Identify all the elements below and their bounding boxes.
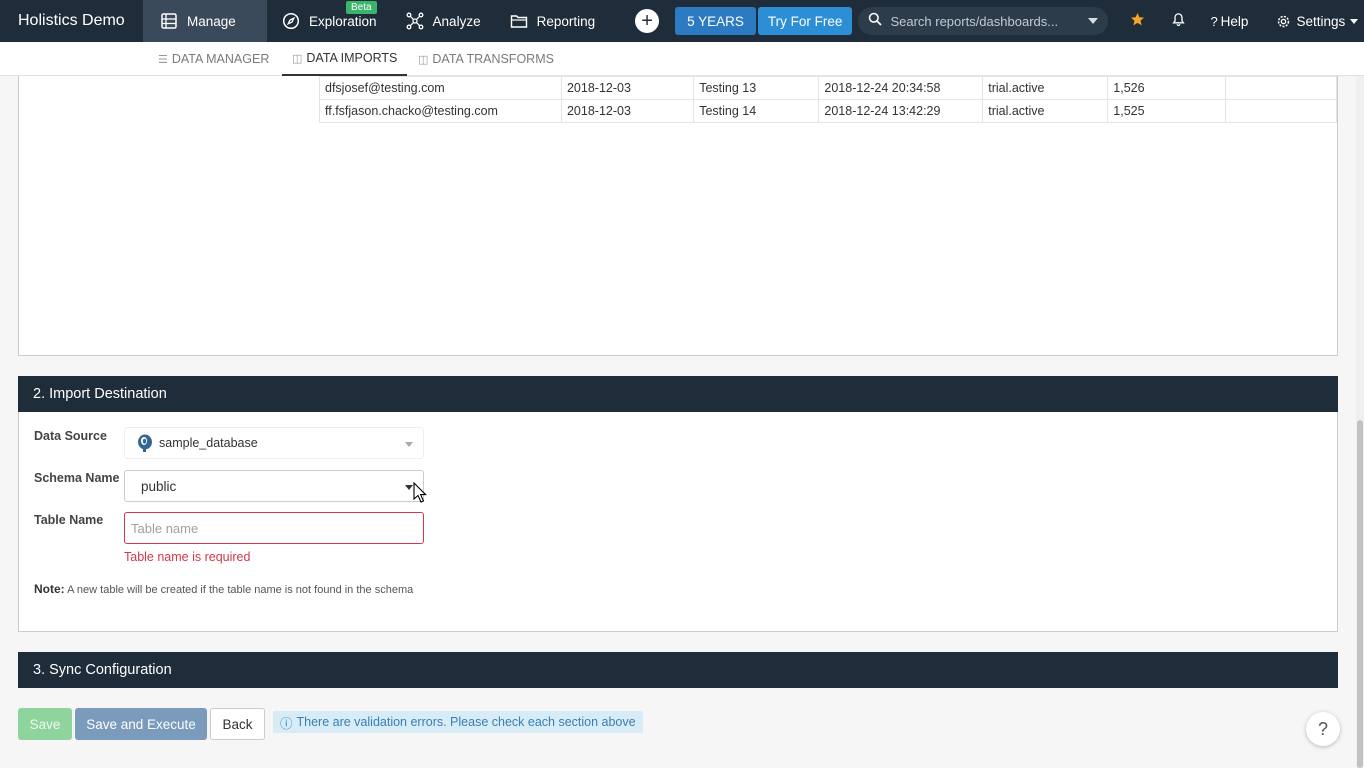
postgresql-icon xyxy=(135,433,155,453)
sync-configuration-title: 3. Sync Configuration xyxy=(33,662,172,678)
settings-label: Settings xyxy=(1296,13,1346,29)
scrollbar-thumb[interactable] xyxy=(1357,420,1363,768)
list-icon: ☰ xyxy=(158,53,168,66)
back-button[interactable]: Back xyxy=(210,708,265,740)
table-cell: trial.active xyxy=(982,99,1109,123)
help-floating-button[interactable]: ? xyxy=(1306,712,1340,746)
note-label: Note: xyxy=(34,582,65,596)
search-icon xyxy=(868,12,883,31)
source-preview-panel: dfsjosef@testing.com 2018-12-03 Testing 13… xyxy=(18,76,1338,356)
preview-table: dfsjosef@testing.com 2018-12-03 Testing 13… xyxy=(319,76,1337,123)
table-cell: 2018-12-03 xyxy=(560,99,695,123)
table-cell: 1,526 xyxy=(1107,76,1227,100)
validation-message: There are validation errors. Please chec… xyxy=(296,715,636,729)
data-source-select[interactable]: sample_database xyxy=(124,427,424,459)
table-cell: dfsjosef@testing.com xyxy=(319,76,562,100)
try-for-free-button[interactable]: Try For Free xyxy=(757,7,853,35)
note-text: A new table will be created if the table… xyxy=(67,584,414,596)
sync-configuration-header[interactable]: 3. Sync Configuration xyxy=(18,652,1338,688)
brand-name[interactable]: Holistics Demo xyxy=(0,12,143,30)
compass-icon xyxy=(281,12,301,30)
nav-analyze[interactable]: Analyze xyxy=(391,0,495,42)
nav-manage-label: Manage xyxy=(187,13,236,29)
table-icon xyxy=(159,12,179,30)
table-row: dfsjosef@testing.com 2018-12-03 Testing 13… xyxy=(319,76,1337,100)
data-subnav: ☰ DATA MANAGER ◫ DATA IMPORTS ◫ DATA TRA… xyxy=(0,42,1364,76)
tab-data-transforms-label: DATA TRANSFORMS xyxy=(432,52,554,66)
data-source-value: sample_database xyxy=(159,436,258,450)
table-cell: Testing 13 xyxy=(693,76,820,100)
main-content: dfsjosef@testing.com 2018-12-03 Testing 13… xyxy=(0,76,1356,768)
question-icon: ? xyxy=(1210,13,1218,29)
plus-icon: + xyxy=(641,10,653,32)
chevron-down-icon xyxy=(405,485,413,490)
help-fab-label: ? xyxy=(1317,718,1328,739)
chevron-down-icon xyxy=(405,442,413,447)
notifications-button[interactable] xyxy=(1171,12,1186,30)
nodes-icon xyxy=(405,12,425,30)
destination-note: Note: A new table will be created if the… xyxy=(34,582,413,596)
beta-badge: Beta xyxy=(346,1,377,14)
transform-icon: ◫ xyxy=(418,53,429,66)
create-new-button[interactable]: + xyxy=(635,9,660,33)
gear-icon xyxy=(1276,14,1291,29)
nav-exploration[interactable]: Exploration Beta xyxy=(267,0,391,42)
table-cell xyxy=(1225,99,1337,123)
tab-data-transforms[interactable]: ◫ DATA TRANSFORMS xyxy=(418,42,554,76)
save-and-execute-button[interactable]: Save and Execute xyxy=(75,708,207,740)
table-cell: 2018-12-24 20:34:58 xyxy=(818,76,984,100)
search-dropdown-icon[interactable] xyxy=(1088,18,1099,24)
table-cell: 1,525 xyxy=(1107,99,1227,123)
import-icon: ◫ xyxy=(292,52,303,65)
five-years-button[interactable]: 5 YEARS xyxy=(675,7,756,35)
tab-data-manager[interactable]: ☰ DATA MANAGER xyxy=(158,42,269,76)
tab-data-manager-label: DATA MANAGER xyxy=(171,52,270,66)
settings-menu[interactable]: Settings xyxy=(1276,13,1359,29)
nav-reporting[interactable]: Reporting xyxy=(495,0,610,42)
table-name-label: Table Name xyxy=(34,513,104,527)
table-cell: trial.active xyxy=(982,76,1109,100)
table-cell: Testing 14 xyxy=(693,99,820,123)
nav-exploration-label: Exploration xyxy=(309,13,377,29)
info-icon: ⓘ xyxy=(280,716,293,731)
table-row: ff.fsfjason.chacko@testing.com 2018-12-03… xyxy=(319,99,1337,123)
mouse-cursor-icon xyxy=(413,482,427,503)
schema-name-label: Schema Name xyxy=(34,471,120,485)
table-cell: 2018-12-24 13:42:29 xyxy=(818,99,984,123)
nav-reporting-label: Reporting xyxy=(536,13,596,29)
table-cell xyxy=(1225,76,1337,100)
table-name-input[interactable] xyxy=(124,512,424,544)
data-source-label: Data Source xyxy=(34,429,107,443)
search-input[interactable] xyxy=(890,13,1089,29)
nav-analyze-label: Analyze xyxy=(432,13,481,29)
help-label: Help xyxy=(1220,13,1249,29)
tab-data-imports-label: DATA IMPORTS xyxy=(306,51,398,65)
tab-data-imports[interactable]: ◫ DATA IMPORTS xyxy=(282,42,408,76)
nav-manage[interactable]: Manage xyxy=(143,0,267,42)
folder-icon xyxy=(509,12,529,30)
star-icon xyxy=(1130,12,1145,30)
help-menu[interactable]: ? Help xyxy=(1210,14,1248,29)
favorites-button[interactable] xyxy=(1130,12,1145,30)
top-navigation-bar: Holistics Demo Manage Exploration Beta A… xyxy=(0,0,1364,42)
bell-icon xyxy=(1171,12,1186,30)
chevron-down-icon xyxy=(1350,18,1359,24)
schema-name-value: public xyxy=(141,478,177,494)
table-cell: ff.fsfjason.chacko@testing.com xyxy=(319,99,562,123)
table-cell: 2018-12-03 xyxy=(560,76,695,100)
import-destination-panel: Data Source sample_database Schema Name … xyxy=(18,412,1338,632)
save-button[interactable]: Save xyxy=(18,708,72,740)
import-destination-header[interactable]: 2. Import Destination xyxy=(18,376,1338,412)
table-name-error: Table name is required xyxy=(124,550,251,564)
validation-error-alert: ⓘ There are validation errors. Please ch… xyxy=(273,711,643,733)
import-destination-title: 2. Import Destination xyxy=(33,386,167,402)
search-box[interactable] xyxy=(858,7,1109,35)
schema-name-select[interactable]: public xyxy=(124,470,424,502)
